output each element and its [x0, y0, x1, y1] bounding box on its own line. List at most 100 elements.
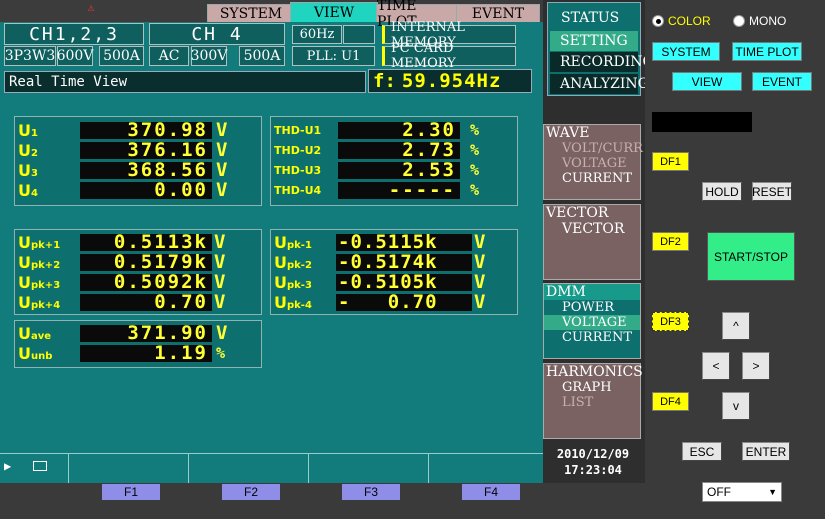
- fkey-slot[interactable]: [428, 454, 543, 483]
- avg-label: Uunb: [18, 343, 53, 363]
- df1-button[interactable]: DF1: [652, 152, 689, 171]
- vector-panel[interactable]: VECTOR VECTOR: [543, 204, 641, 280]
- dmm-item[interactable]: CURRENT: [544, 330, 640, 345]
- tab-view[interactable]: VIEW: [290, 2, 378, 22]
- menu-recording[interactable]: RECORDING: [550, 52, 654, 72]
- enter-button[interactable]: ENTER: [742, 442, 790, 461]
- dmm-panel[interactable]: DMM POWER VOLTAGE CURRENT: [543, 283, 641, 359]
- time-display: 17:23:04: [564, 463, 622, 477]
- thd-value: 2.30: [338, 120, 460, 139]
- peak-neg-row: Upk-3 -0.5105k V: [274, 271, 514, 293]
- wave-item[interactable]: VOLT/CURR: [544, 141, 643, 156]
- system-button[interactable]: SYSTEM: [652, 42, 720, 61]
- rms-value: 376.16: [80, 140, 212, 159]
- f3-button[interactable]: F3: [342, 484, 400, 500]
- avg-value: 371.90: [80, 323, 212, 342]
- pll-source: PLL: U1: [292, 46, 375, 66]
- freq-blank: [343, 25, 375, 44]
- up-arrow-button[interactable]: ^: [722, 312, 750, 340]
- vector-item[interactable]: VECTOR: [544, 221, 640, 237]
- time-plot-button[interactable]: TIME PLOT: [732, 42, 802, 61]
- peak-neg-unit: V: [474, 231, 486, 253]
- peak-pos-value: 0.5113k: [80, 232, 212, 251]
- ch4-mode: AC: [149, 46, 189, 66]
- view-button[interactable]: VIEW: [672, 72, 742, 91]
- peak-pos-unit: V: [214, 271, 226, 293]
- freq-setting: 60Hz: [292, 25, 342, 44]
- peak-neg-label: Upk-2: [274, 252, 312, 272]
- f1-button[interactable]: F1: [102, 484, 160, 500]
- peak-neg-rows: Upk-1 -0.5115k V Upk-2 -0.5174k V Upk-3 …: [274, 231, 514, 313]
- power-select[interactable]: OFF ▼: [702, 482, 782, 502]
- tab-system[interactable]: SYSTEM: [207, 4, 295, 22]
- esc-button[interactable]: ESC: [682, 442, 722, 461]
- avg-row: Uunb 1.19 %: [18, 343, 258, 363]
- rms-unit: V: [216, 179, 228, 201]
- rms-unit: V: [216, 119, 228, 141]
- thd-label: THD-U1: [274, 123, 322, 137]
- fkey-slot[interactable]: [308, 454, 428, 483]
- power-plug-icon: ▶: [4, 459, 12, 473]
- wave-panel[interactable]: WAVE VOLT/CURR VOLTAGE CURRENT: [543, 124, 643, 200]
- peak-pos-row: Upk+1 0.5113k V: [18, 231, 258, 253]
- freq-value: 59.954Hz: [401, 70, 502, 92]
- down-arrow-button[interactable]: v: [722, 392, 750, 420]
- peak-neg-value: -0.5115k: [336, 232, 472, 251]
- mono-radio[interactable]: MONO: [733, 14, 786, 28]
- avg-unit: %: [216, 344, 226, 362]
- rms-unit: V: [216, 159, 228, 181]
- menu-analyzing[interactable]: ANALYZING: [550, 74, 649, 94]
- reset-button[interactable]: RESET: [752, 182, 792, 201]
- wave-title: WAVE: [546, 125, 590, 141]
- date-display: 2010/12/09: [556, 447, 630, 461]
- peak-neg-unit: V: [474, 271, 486, 293]
- start-stop-button[interactable]: START/STOP: [707, 232, 795, 281]
- right-arrow-button[interactable]: >: [742, 352, 770, 380]
- fkey-slot[interactable]: [68, 454, 188, 483]
- thd-value: 2.53: [338, 160, 460, 179]
- peak-pos-unit: V: [214, 251, 226, 273]
- vector-title: VECTOR: [546, 205, 609, 221]
- dmm-item[interactable]: POWER: [544, 300, 640, 315]
- peak-pos-value: 0.70: [80, 292, 212, 311]
- ch123-title: CH1,2,3: [4, 23, 144, 45]
- rms-row: U2 376.16 V: [18, 139, 258, 161]
- df3-button[interactable]: DF3: [652, 312, 689, 331]
- fkey-slot[interactable]: [188, 454, 308, 483]
- hold-button[interactable]: HOLD: [702, 182, 742, 201]
- menu-setting[interactable]: SETTING: [550, 31, 638, 51]
- lcd-indicator: [652, 112, 752, 132]
- rms-value: 370.98: [80, 120, 212, 139]
- wave-item[interactable]: CURRENT: [544, 171, 640, 186]
- thd-unit: %: [470, 161, 480, 179]
- event-button[interactable]: EVENT: [752, 72, 812, 91]
- bottom-panel: [0, 483, 645, 519]
- df4-button[interactable]: DF4: [652, 392, 689, 411]
- wave-item[interactable]: VOLTAGE: [544, 156, 640, 171]
- peak-pos-value: 0.5179k: [80, 252, 212, 271]
- f4-button[interactable]: F4: [462, 484, 520, 500]
- harmonics-item[interactable]: GRAPH: [544, 380, 640, 395]
- color-radio[interactable]: COLOR: [652, 14, 711, 28]
- dmm-item-active[interactable]: VOLTAGE: [544, 315, 640, 330]
- view-name: Real Time View: [4, 71, 366, 93]
- ch123-voltage: 600V: [56, 46, 94, 66]
- harmonics-panel[interactable]: HARMONICS GRAPH LIST: [543, 363, 643, 439]
- f2-button[interactable]: F2: [222, 484, 280, 500]
- rms-value: 0.00: [80, 180, 212, 199]
- left-arrow-button[interactable]: <: [702, 352, 730, 380]
- thd-value: 2.73: [338, 140, 460, 159]
- df2-button[interactable]: DF2: [652, 232, 689, 251]
- peak-pos-label: Upk+1: [18, 232, 61, 252]
- peak-pos-label: Upk+2: [18, 252, 61, 272]
- power-select-value: OFF: [707, 485, 731, 499]
- thd-unit: %: [470, 181, 480, 199]
- peak-pos-label: Upk+3: [18, 272, 61, 292]
- harmonics-item[interactable]: LIST: [544, 395, 640, 410]
- mono-radio-icon: [733, 15, 745, 27]
- thd-row: THD-U3 2.53 %: [274, 160, 514, 180]
- dmm-title: DMM: [544, 284, 640, 300]
- thd-label: THD-U4: [274, 183, 322, 197]
- peak-neg-row: Upk-2 -0.5174k V: [274, 251, 514, 273]
- thd-unit: %: [470, 121, 480, 139]
